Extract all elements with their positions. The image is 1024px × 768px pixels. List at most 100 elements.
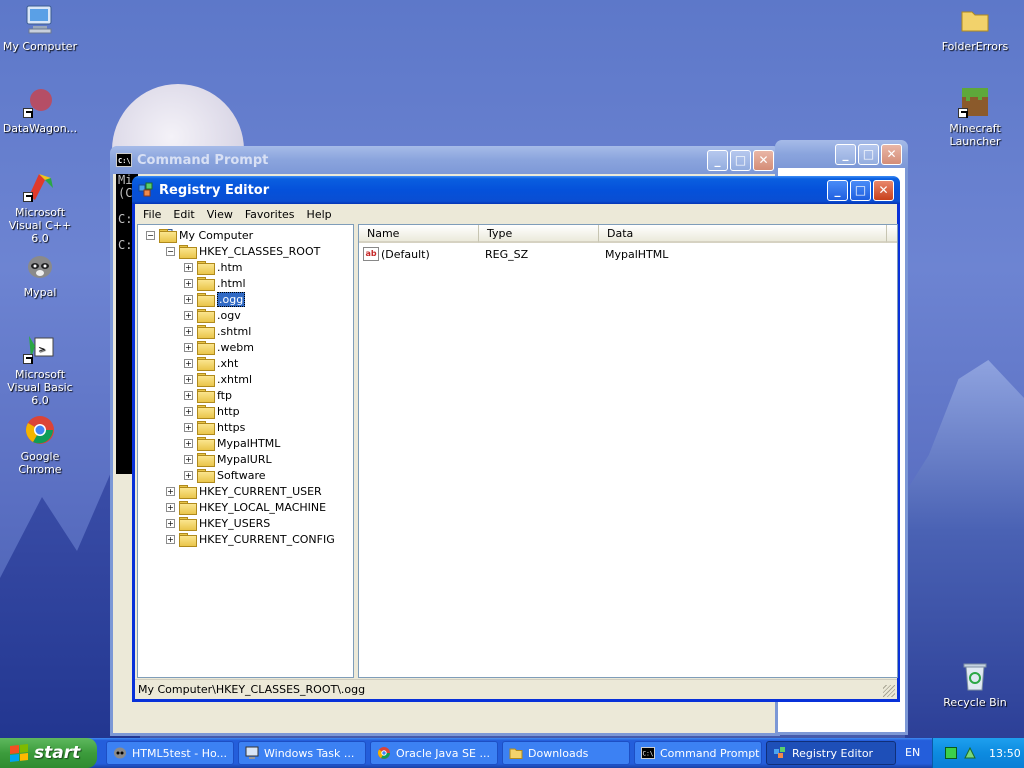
tree-item-mypalhtml[interactable]: + MypalHTML [184,435,280,451]
taskbar-item-html5test[interactable]: HTML5test - Ho... [106,741,234,765]
expand-toggle[interactable]: + [184,422,193,432]
command-prompt-titlebar[interactable]: C:\ Command Prompt _ □ ✕ [110,146,780,174]
expand-toggle[interactable]: + [184,262,193,272]
tree-item-software[interactable]: + Software [184,467,266,483]
tree-item-hkey-users[interactable]: + HKEY_USERS [166,515,270,531]
start-button[interactable]: start [0,738,97,768]
tree-item-ogv[interactable]: + .ogv [184,307,241,323]
tree-item-xht[interactable]: + .xht [184,355,238,371]
tree-item-webm[interactable]: + .webm [184,339,254,355]
tree-item-http[interactable]: + http [184,403,240,419]
expand-toggle[interactable]: + [184,294,193,304]
tree-item-shtml[interactable]: + .shtml [184,323,251,339]
safely-remove-icon[interactable] [963,746,977,760]
expand-toggle[interactable]: + [184,374,193,384]
tree-item-https[interactable]: + https [184,419,245,435]
column-header-name[interactable]: Name [359,225,479,243]
desktop-icon-visual-basic[interactable]: > Microsoft Visual Basic 6.0 [0,332,80,407]
desktop-icon-visual-cpp[interactable]: Microsoft Visual C++ 6.0 [0,170,80,245]
folder-icon [179,501,197,515]
resize-grip-icon[interactable] [883,685,895,697]
folder-open-icon [179,245,197,259]
taskbar-item-command-prompt[interactable]: C:\ Command Prompt [634,741,762,765]
tree-item-ftp[interactable]: + ftp [184,387,232,403]
expand-toggle[interactable]: + [184,278,193,288]
expand-toggle[interactable]: + [184,470,193,480]
folder-icon [197,453,215,467]
clock[interactable]: 13:50 [989,747,1021,760]
registry-editor-titlebar[interactable]: Registry Editor _ □ ✕ [132,176,900,204]
expand-toggle[interactable]: + [184,326,193,336]
desktop-icon-datawagon[interactable]: DataWagon... [0,86,80,135]
tree-item-htm[interactable]: + .htm [184,259,243,275]
menu-bar: File Edit View Favorites Help [135,204,897,224]
close-button[interactable]: ✕ [873,179,894,201]
taskbar-item-task-manager[interactable]: Windows Task ... [238,741,366,765]
expand-toggle[interactable]: + [184,358,193,368]
folder-icon [179,533,197,547]
menu-view[interactable]: View [201,208,239,221]
column-header-data[interactable]: Data [599,225,887,243]
close-button[interactable]: ✕ [753,149,774,171]
folder-icon [958,4,992,36]
menu-file[interactable]: File [137,208,167,221]
value-row[interactable]: ab (Default) REG_SZ MypalHTML [363,247,893,263]
maximize-button[interactable]: □ [730,149,751,171]
collapse-toggle[interactable]: − [146,230,155,240]
desktop-icon-my-computer[interactable]: My Computer [0,4,80,53]
minimize-button[interactable]: _ [707,149,728,171]
desktop-icon-mypal[interactable]: Mypal [0,250,80,299]
desktop-icon-minecraft-launcher[interactable]: Minecraft Launcher [935,86,1015,148]
value-list-pane[interactable]: Name Type Data ab (Default) REG_SZ Mypal… [358,224,898,678]
desktop-icon-folder-errors[interactable]: FolderErrors [935,4,1015,53]
menu-help[interactable]: Help [301,208,338,221]
windows-logo-icon [10,744,28,762]
expand-toggle[interactable]: + [166,486,175,496]
tree-item-hkey-local-machine[interactable]: + HKEY_LOCAL_MACHINE [166,499,326,515]
folder-icon [509,746,523,760]
menu-edit[interactable]: Edit [167,208,200,221]
language-indicator[interactable]: EN [905,746,920,759]
datawagon-icon [23,86,57,118]
tree-item-ogg-selected[interactable]: + .ogg [184,291,246,307]
menu-favorites[interactable]: Favorites [239,208,301,221]
minimize-button[interactable]: _ [827,179,848,201]
visual-basic-icon: > [23,332,57,364]
expand-toggle[interactable]: + [184,438,193,448]
expand-toggle[interactable]: + [166,534,175,544]
network-icon[interactable] [945,747,957,759]
visual-cpp-icon [23,170,57,202]
tree-item-mypalurl[interactable]: + MypalURL [184,451,272,467]
close-button[interactable]: ✕ [881,143,902,165]
taskbar-item-oracle-java[interactable]: Oracle Java SE ... [370,741,498,765]
taskbar-item-registry-editor[interactable]: Registry Editor [766,741,896,765]
taskbar: start HTML5test - Ho... Windows Task ...… [0,738,1024,768]
maximize-button[interactable]: □ [850,179,871,201]
expand-toggle[interactable]: + [184,390,193,400]
desktop-icon-recycle-bin[interactable]: Recycle Bin [935,660,1015,709]
tree-item-xhtml[interactable]: + .xhtml [184,371,252,387]
tree-item-hkey-current-user[interactable]: + HKEY_CURRENT_USER [166,483,322,499]
expand-toggle[interactable]: + [184,406,193,416]
tree-item-my-computer[interactable]: − My Computer [146,227,253,243]
recycle-bin-icon [958,660,992,692]
expand-toggle[interactable]: + [184,310,193,320]
expand-toggle[interactable]: + [166,518,175,528]
desktop-icon-google-chrome[interactable]: Google Chrome [0,414,80,476]
key-tree-pane[interactable]: − My Computer − HKEY_CLASSES_ROOT + .htm … [137,224,354,678]
expand-toggle[interactable]: + [184,454,193,464]
folder-icon [197,261,215,275]
minimize-button[interactable]: _ [835,143,856,165]
tree-item-html[interactable]: + .html [184,275,246,291]
registry-editor-window[interactable]: Registry Editor _ □ ✕ File Edit View Fav… [132,176,900,702]
tree-item-hkey-classes-root[interactable]: − HKEY_CLASSES_ROOT [166,243,320,259]
maximize-button[interactable]: □ [858,143,879,165]
background-window-titlebar[interactable]: _ □ ✕ [775,140,908,168]
column-header-filler [887,225,897,243]
expand-toggle[interactable]: + [184,342,193,352]
tree-item-hkey-current-config[interactable]: + HKEY_CURRENT_CONFIG [166,531,335,547]
taskbar-item-downloads[interactable]: Downloads [502,741,630,765]
collapse-toggle[interactable]: − [166,246,175,256]
expand-toggle[interactable]: + [166,502,175,512]
column-header-type[interactable]: Type [479,225,599,243]
